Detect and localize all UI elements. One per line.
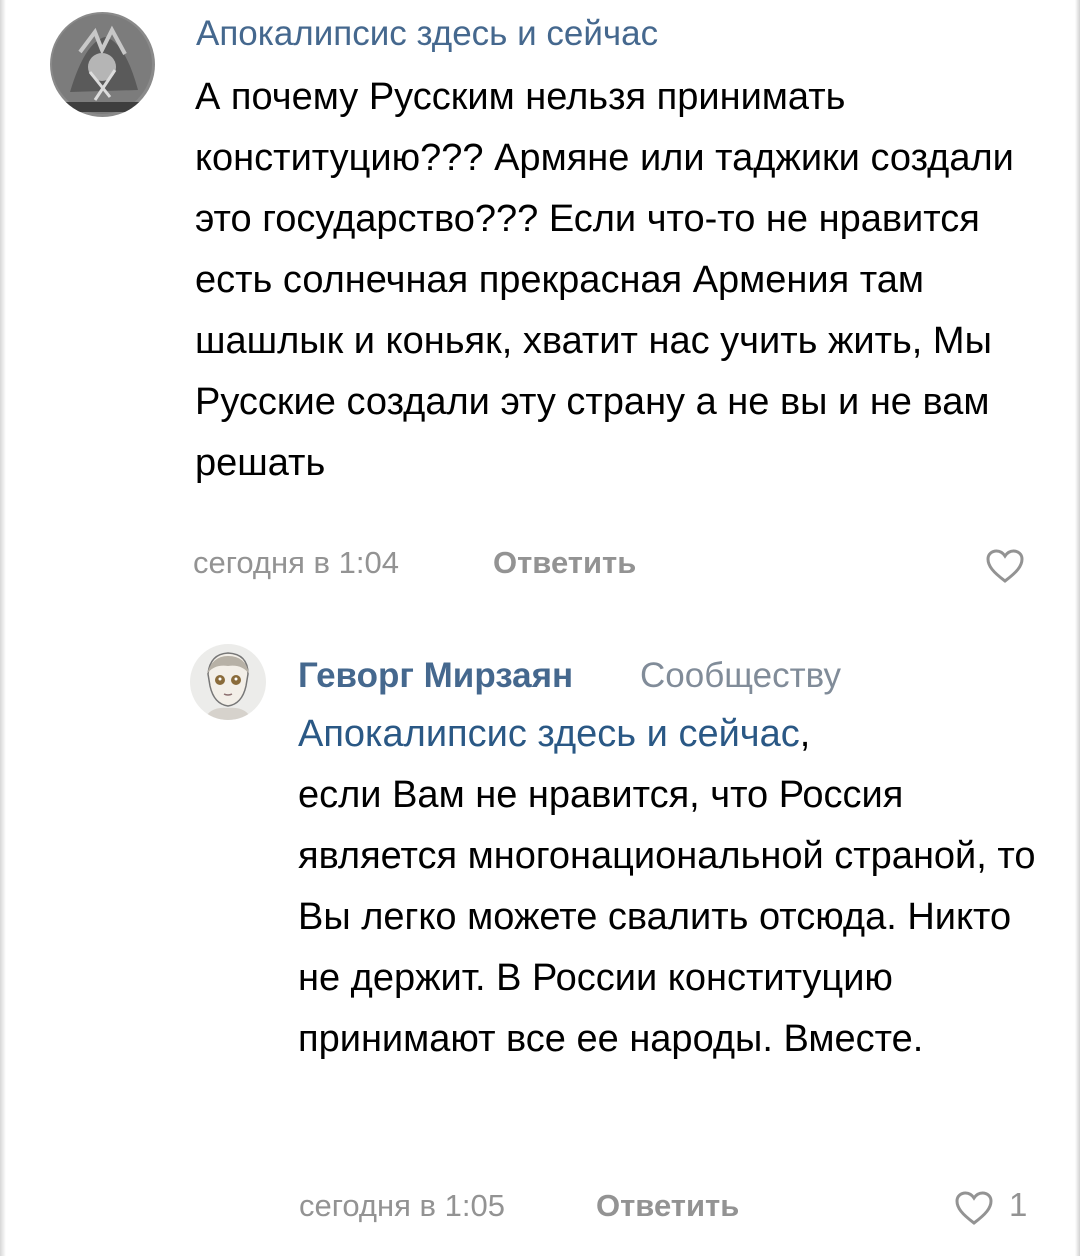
reply-button[interactable]: Ответить (493, 545, 636, 581)
like-button[interactable] (954, 1190, 994, 1226)
comment-author[interactable]: Апокалипсис здесь и сейчас (196, 14, 658, 54)
avatar[interactable] (190, 644, 266, 720)
reply-target-label: Сообществу (640, 656, 841, 695)
avatar[interactable] (50, 12, 155, 117)
comment: Апокалипсис здесь и сейчас А почему Русс… (0, 0, 1080, 620)
reply-button[interactable]: Ответить (596, 1188, 739, 1224)
comment-text: Апокалипсис здесь и сейчас, если Вам не н… (298, 704, 1038, 1070)
comment-author[interactable]: Геворг Мирзаян (298, 656, 573, 696)
reply-comment: Геворг Мирзаян Сообществу Апокалипсис зд… (0, 620, 1080, 1256)
comment-body: если Вам не нравится, что Россия являетс… (298, 774, 1036, 1060)
comment-text: А почему Русским нельзя принимать консти… (195, 76, 1014, 484)
comment-timestamp: сегодня в 1:05 (299, 1188, 505, 1223)
comment-timestamp: сегодня в 1:04 (193, 545, 399, 580)
mention-link[interactable]: Апокалипсис здесь и сейчас (298, 713, 800, 755)
heart-outline-icon (955, 1191, 993, 1225)
mention-suffix: , (799, 713, 811, 755)
heart-outline-icon (986, 549, 1024, 583)
like-count: 1 (1009, 1186, 1028, 1223)
like-button[interactable] (985, 548, 1025, 584)
